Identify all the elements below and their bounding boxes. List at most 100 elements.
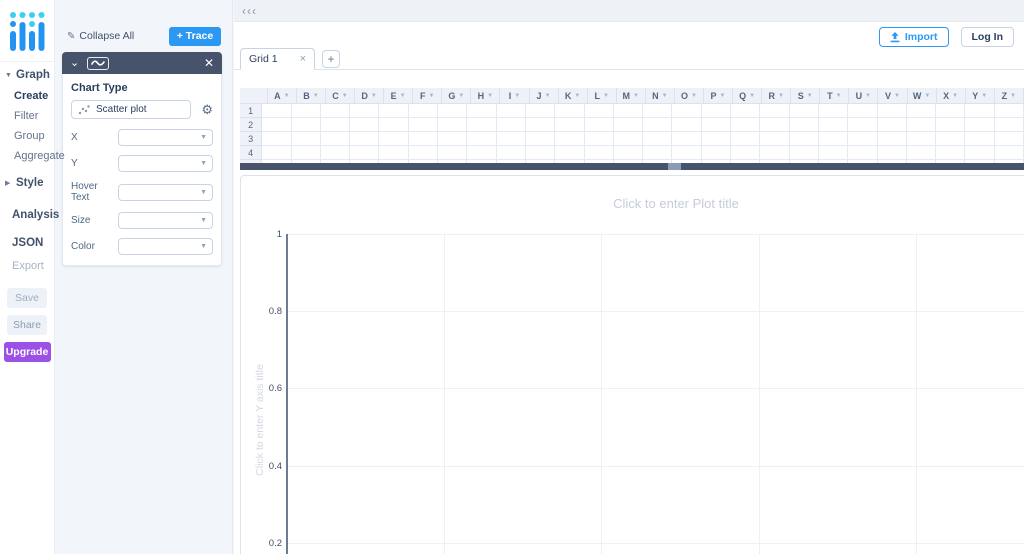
grid-cell-r3[interactable] [760,132,790,146]
grid-column-header-q[interactable]: Q ▼ [733,88,763,104]
grid-column-header-b[interactable]: B ▼ [296,88,326,104]
grid-cell-u1[interactable] [848,104,878,118]
grid-column-header-o[interactable]: O ▼ [674,88,704,104]
grid-cell-i1[interactable] [496,104,526,118]
sidebar-group-style[interactable]: ▶ Style [0,170,54,194]
grid-cell-w3[interactable] [906,132,937,146]
share-button[interactable]: Share [7,315,47,335]
grid-cell-r4[interactable] [760,146,790,160]
grid-cell-f3[interactable] [408,132,439,146]
grid-cell-n3[interactable] [643,132,673,146]
grid-cell-v4[interactable] [877,146,907,160]
grid-cell-l3[interactable] [584,132,614,146]
sidebar-item-group[interactable]: Group [0,126,54,146]
sidebar-item-export[interactable]: Export [0,256,54,276]
size-select[interactable]: ▼ [118,212,213,229]
grid-column-header-f[interactable]: F ▼ [413,88,443,104]
grid-column-header-w[interactable]: W ▼ [907,88,937,104]
grid-cell-m1[interactable] [613,104,644,118]
x-select[interactable]: ▼ [118,129,213,146]
grid-cell-p1[interactable] [701,104,732,118]
sidebar-item-analysis[interactable]: Analysis [0,202,59,226]
grid-cell-v2[interactable] [877,118,907,132]
grid-cell-k4[interactable] [555,146,585,160]
grid-cell-m3[interactable] [613,132,644,146]
line-trace-icon[interactable] [87,56,110,70]
grid-cell-k3[interactable] [555,132,585,146]
grid-cell-y1[interactable] [965,104,995,118]
sidebar-group-graph[interactable]: ▼ Graph [0,62,54,86]
grid-cell-l2[interactable] [584,118,614,132]
grid-column-header-k[interactable]: K ▼ [558,88,588,104]
grid-cell-y4[interactable] [965,146,995,160]
grid-cell-i2[interactable] [496,118,526,132]
grid-cell-t1[interactable] [818,104,849,118]
grid-cell-e2[interactable] [379,118,409,132]
grid-cell-r2[interactable] [760,118,790,132]
grid-cell-s2[interactable] [789,118,819,132]
grid-cell-i4[interactable] [496,146,526,160]
grid-cell-z3[interactable] [994,132,1024,146]
grid-cell-a4[interactable] [262,146,292,160]
login-button[interactable]: Log In [960,27,1014,47]
close-tab-icon[interactable]: × [300,53,306,65]
grid-cell-c2[interactable] [320,118,351,132]
grid-column-header-j[interactable]: J ▼ [529,88,559,104]
sidebar-item-filter[interactable]: Filter [0,106,54,126]
grid-cell-m2[interactable] [613,118,644,132]
hover-text-select[interactable]: ▼ [118,183,213,201]
grid-cell-c3[interactable] [320,132,351,146]
grid-column-header-y[interactable]: Y ▼ [965,88,995,104]
grid-cell-y2[interactable] [965,118,995,132]
grid-cell-f1[interactable] [408,104,439,118]
upgrade-button[interactable]: Upgrade [3,342,51,362]
grid-column-header-u[interactable]: U ▼ [849,88,879,104]
grid-cell-v1[interactable] [877,104,907,118]
grid-column-header-n[interactable]: N ▼ [645,88,675,104]
grid-column-header-v[interactable]: V ▼ [878,88,908,104]
tab-grid-1[interactable]: Grid 1 × [240,48,315,70]
grid-cell-l1[interactable] [584,104,614,118]
collapse-panel-button[interactable]: ‹‹‹ [242,4,257,18]
grid-cell-d1[interactable] [350,104,380,118]
grid-cell-x1[interactable] [936,104,966,118]
grid-cell-b4[interactable] [291,146,321,160]
grid-cell-g2[interactable] [438,118,468,132]
chart-type-select[interactable]: Scatter plot [71,100,191,119]
grid-column-header-r[interactable]: R ▼ [762,88,792,104]
grid-column-header-g[interactable]: G ▼ [442,88,472,104]
grid-cell-h2[interactable] [467,118,497,132]
grid-cell-b2[interactable] [291,118,321,132]
grid-cell-j1[interactable] [525,104,556,118]
grid-column-header-x[interactable]: X ▼ [936,88,966,104]
grid-column-header-z[interactable]: Z ▼ [994,88,1024,104]
grid-cell-x3[interactable] [936,132,966,146]
grid-cell-u3[interactable] [848,132,878,146]
grid-column-header-m[interactable]: M ▼ [616,88,646,104]
grid-cell-h1[interactable] [467,104,497,118]
grid-cell-c1[interactable] [320,104,351,118]
grid-cell-z4[interactable] [994,146,1024,160]
grid-cell-r1[interactable] [760,104,790,118]
grid-column-header-d[interactable]: D ▼ [355,88,385,104]
grid-column-header-i[interactable]: I ▼ [500,88,530,104]
grid-cell-o2[interactable] [672,118,702,132]
grid-cell-p2[interactable] [701,118,732,132]
grid-column-header-c[interactable]: C ▼ [325,88,356,104]
grid-cell-m4[interactable] [613,146,644,160]
grid-cell-u2[interactable] [848,118,878,132]
scrollbar-thumb[interactable] [668,163,681,170]
grid-cell-x2[interactable] [936,118,966,132]
grid-cell-f4[interactable] [408,146,439,160]
color-select[interactable]: ▼ [118,238,213,255]
grid-column-header-p[interactable]: P ▼ [703,88,734,104]
grid-cell-n4[interactable] [643,146,673,160]
grid-cell-a1[interactable] [262,104,292,118]
add-grid-tab-button[interactable]: + [322,50,340,68]
grid-cell-s4[interactable] [789,146,819,160]
grid-cell-o4[interactable] [672,146,702,160]
sidebar-item-aggregate[interactable]: Aggregate [0,146,65,166]
grid-cell-o1[interactable] [672,104,702,118]
grid-cell-h3[interactable] [467,132,497,146]
grid-cell-l4[interactable] [584,146,614,160]
